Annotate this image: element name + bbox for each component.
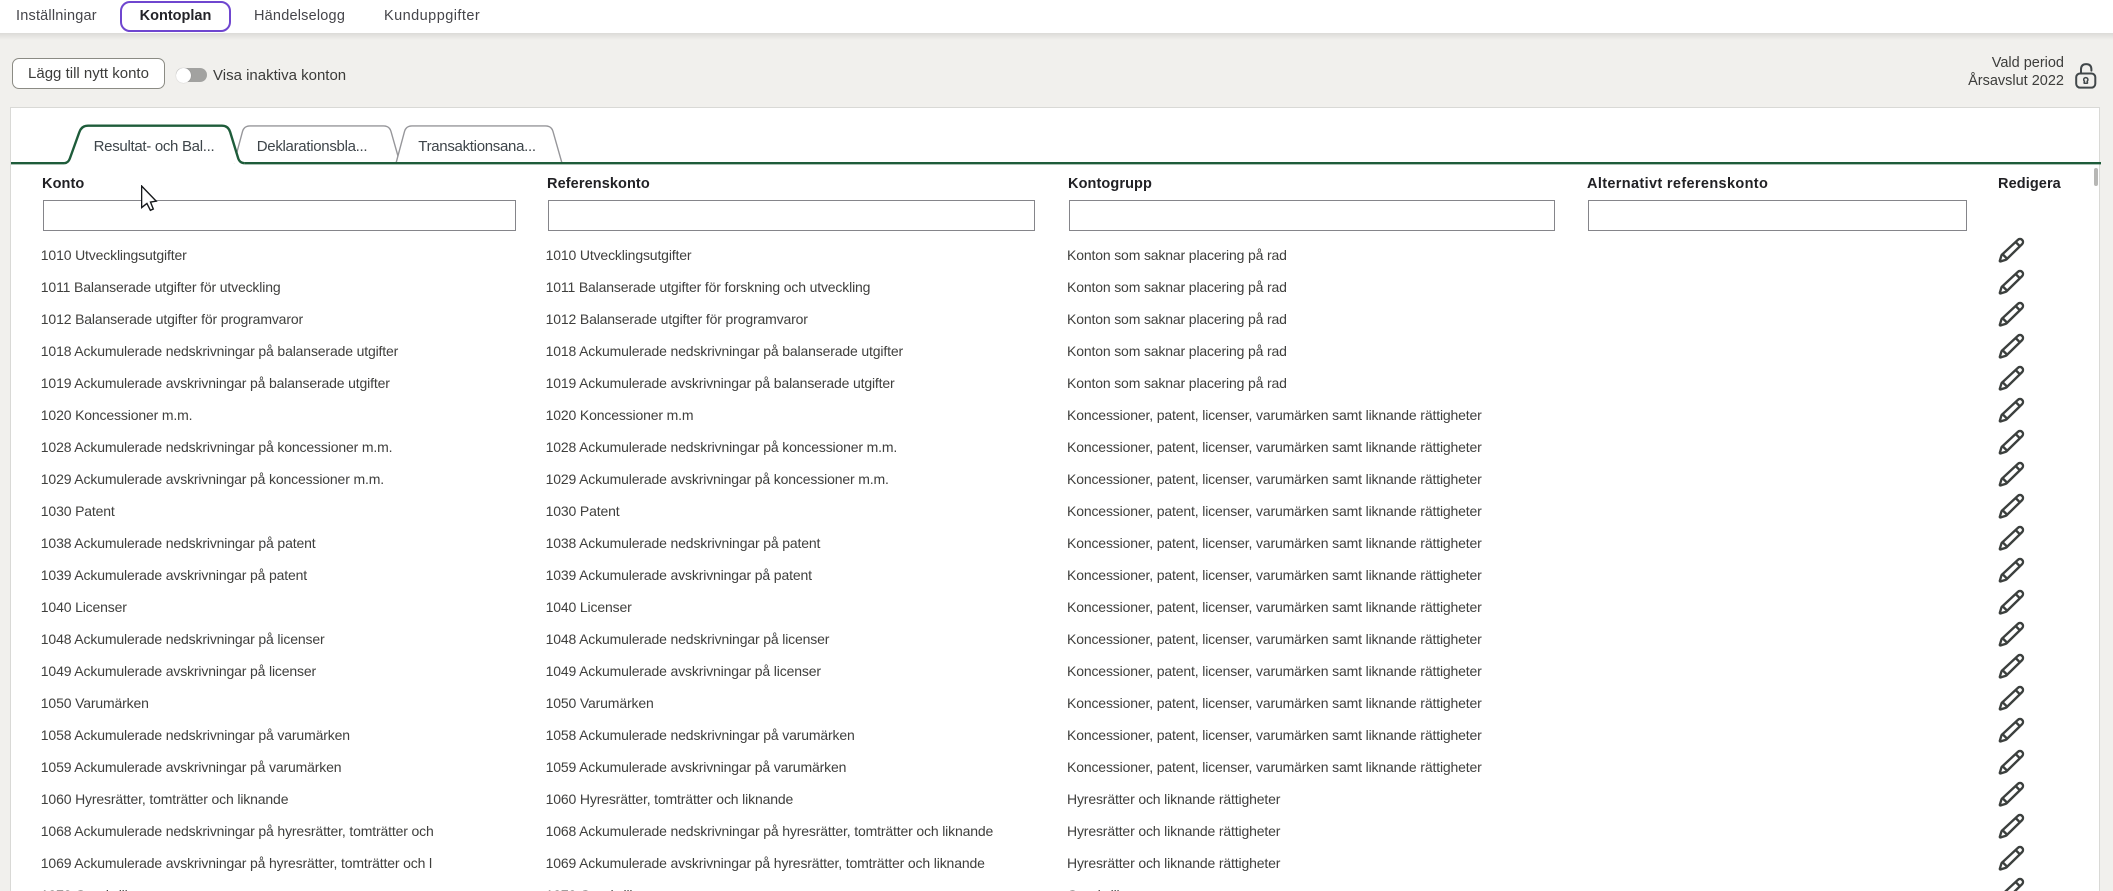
svg-text:Transaktionsana...: Transaktionsana... bbox=[418, 138, 535, 155]
svg-text:Resultat- och Bal...: Resultat- och Bal... bbox=[94, 138, 215, 155]
svg-text:Deklarationsbla...: Deklarationsbla... bbox=[257, 138, 368, 155]
